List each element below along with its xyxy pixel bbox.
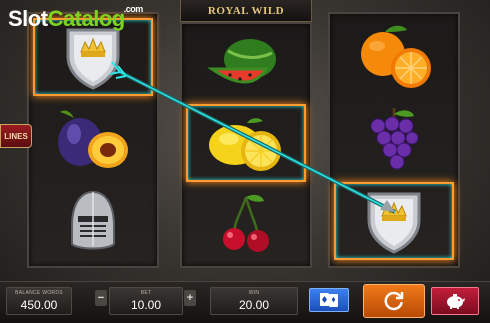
paylines-tab[interactable]: LINES [0, 124, 32, 148]
reel-2 [180, 22, 312, 268]
game-title: ROYAL WILD [180, 0, 312, 22]
watermark-suffix: .com [123, 4, 144, 14]
cards-icon [320, 293, 338, 307]
reel3-row3-shield-crown-symbol [334, 182, 454, 260]
balance-label: BALANCE WORDS [15, 290, 63, 296]
reel-3 [328, 12, 460, 268]
bet-value: 10.00 [130, 298, 162, 312]
reel3-row1-orange-symbol [334, 18, 454, 96]
reel1-row2-plum-symbol [33, 100, 153, 178]
watermelon-icon [207, 39, 276, 84]
reel-1 [27, 12, 159, 268]
shield-crown-icon [66, 28, 120, 90]
lemon-icon [209, 118, 281, 171]
win-value: 20.00 [238, 298, 270, 312]
piggy-bank-icon [447, 294, 465, 309]
orange-icon [361, 25, 431, 88]
spin-button[interactable] [363, 284, 425, 318]
balance-value: 450.00 [20, 298, 58, 312]
bet-display: BET 10.00 [109, 287, 183, 315]
shield-crown-icon [367, 192, 421, 254]
reel2-row2-lemon-symbol [186, 104, 306, 182]
grapes-icon [370, 108, 419, 170]
watermark-part2: Catalog [47, 6, 126, 31]
bet-label: BET [140, 290, 152, 296]
refresh-icon [384, 291, 404, 311]
win-label: WIN [248, 290, 260, 296]
knight-helmet-icon [71, 190, 115, 250]
piggy-bank-button[interactable] [431, 287, 479, 315]
reel3-row2-grapes-symbol [334, 100, 454, 178]
plum-icon [58, 110, 128, 168]
reel1-row3-knight-helmet-symbol [33, 182, 153, 260]
watermark: SlotCatalog .com [8, 4, 143, 32]
bet-increase-button[interactable]: + [184, 290, 196, 306]
gamble-cards-button[interactable] [309, 288, 349, 312]
win-display: WIN 20.00 [210, 287, 298, 315]
reel2-row3-cherries-symbol [186, 184, 306, 262]
bet-decrease-button[interactable]: − [95, 290, 107, 306]
cherries-icon [223, 194, 269, 252]
reel2-row1-watermelon-symbol [186, 26, 306, 104]
watermark-part1: Slot [8, 6, 48, 31]
balance-display: BALANCE WORDS 450.00 [6, 287, 72, 315]
